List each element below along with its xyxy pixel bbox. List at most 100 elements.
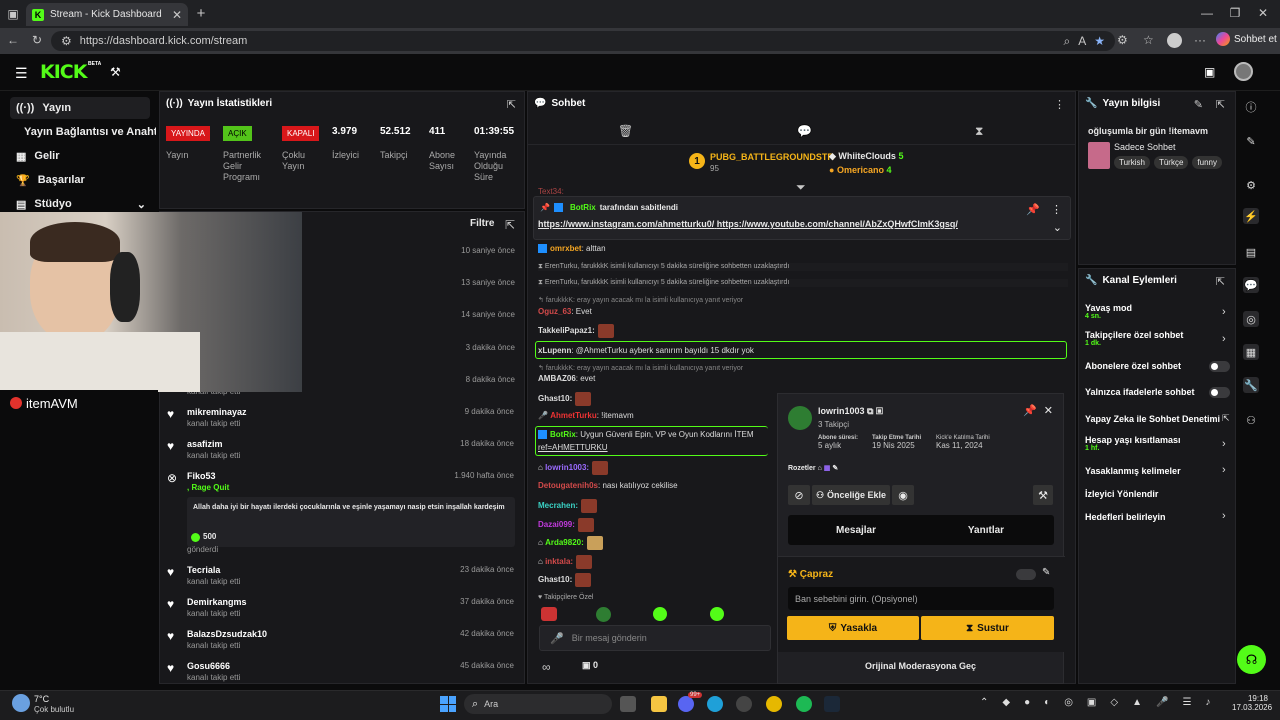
unpin-icon[interactable]: 📌	[1026, 203, 1040, 216]
chat-icon[interactable]: 💬	[797, 124, 812, 138]
action-banned-words[interactable]: Yasaklanmış kelimeler	[1085, 466, 1181, 476]
chat-username[interactable]: lowrin1003:	[545, 463, 589, 472]
sidebar-item-stream-key[interactable]: Yayın Bağlantısı ve Anahtarı	[18, 121, 156, 143]
activity-user[interactable]: Tecriala	[187, 565, 220, 575]
mute-button[interactable]: ⧗ Sustur	[921, 616, 1054, 640]
leader-name[interactable]: ● Omericano 4	[829, 165, 892, 175]
expand-icon[interactable]: ⌄	[1053, 221, 1062, 234]
tab-actions-icon[interactable]: ▣	[6, 7, 20, 21]
chevron-right-icon[interactable]: ›	[1222, 333, 1226, 345]
add-priority-button[interactable]: ⚇ Önceliğe Ekle	[812, 485, 890, 505]
menu-hamburger-icon[interactable]: ☰	[15, 65, 28, 82]
broadcast-icon[interactable]: ◎	[1243, 311, 1259, 327]
chrome-icon[interactable]	[766, 696, 782, 712]
favorite-star-icon[interactable]: ★	[1094, 34, 1105, 48]
discord-icon[interactable]	[678, 696, 694, 712]
system-tray[interactable]: ⌃ ◆ ● ◐ ◎ ▣ ◇ ▲ 🎤 ☰ ♪	[980, 697, 1210, 708]
read-aloud-icon[interactable]: A	[1078, 34, 1086, 48]
action-account-age[interactable]: Hesap yaşı kısıtlaması 1 hf.	[1085, 435, 1181, 452]
help-button[interactable]: ☊	[1237, 645, 1266, 674]
clock[interactable]: 19:18 17.03.2026	[1232, 694, 1272, 712]
chevron-right-icon[interactable]: ›	[1222, 464, 1226, 476]
gift-counter[interactable]: ▣ 0	[582, 660, 598, 671]
user-avatar[interactable]	[1234, 62, 1253, 81]
ban-button[interactable]: ⛨ Yasakla	[787, 616, 919, 640]
chat-username[interactable]: Ghast10:	[538, 394, 572, 403]
edit-icon[interactable]: ✎	[1194, 98, 1203, 111]
browser-tab[interactable]: K Stream - Kick Dashboard ✕	[26, 3, 188, 26]
trash-icon[interactable]: 🗑	[618, 124, 633, 138]
more-options-icon[interactable]: ···	[1194, 33, 1206, 47]
leader-name[interactable]: PUBG_BATTLEGROUNDSTR	[710, 152, 834, 162]
ban-reason-input[interactable]: Ban sebebini girin. (Opsiyonel)	[788, 587, 1054, 610]
sidebar-item-yayin[interactable]: ((·)) Yayın	[10, 97, 150, 119]
edit-icon[interactable]: ✎	[1042, 567, 1050, 578]
chat-username[interactable]: TakkeliPapaz1:	[538, 326, 595, 335]
profile-avatar-icon[interactable]	[1167, 33, 1182, 48]
settings-icon[interactable]: ⚙	[1243, 177, 1259, 193]
steam-icon[interactable]	[824, 696, 840, 712]
chat-username[interactable]: xLupenn	[538, 346, 571, 355]
action-subscribers-only[interactable]: Abonelere özel sohbet	[1085, 361, 1181, 371]
close-window-icon[interactable]: ✕	[1256, 6, 1270, 20]
users-icon[interactable]: ⚇	[1243, 412, 1259, 428]
chat-username[interactable]: AMBAZ06	[538, 374, 576, 383]
pinned-link[interactable]: https://www.instagram.com/ahmetturku0/	[538, 219, 714, 229]
kick-logo[interactable]: KICK	[40, 61, 87, 83]
chat-username[interactable]: AhmetTurku	[550, 411, 597, 420]
taskbar-search[interactable]: ⌕ Ara	[464, 694, 612, 714]
hourglass-icon[interactable]: ⧗	[975, 124, 983, 139]
ban-circle-button[interactable]: ⊘	[788, 485, 810, 505]
sidebar-item-basarilar[interactable]: 🏆 Başarılar	[10, 169, 150, 191]
new-tab-icon[interactable]: +	[194, 5, 208, 22]
maximize-icon[interactable]: ❐	[1228, 6, 1242, 20]
pinned-link[interactable]: https://www.youtube.com/channel/AbZxQHwf…	[717, 219, 958, 229]
monitor-icon[interactable]: ▣	[1204, 65, 1215, 79]
site-info-icon[interactable]: ⚙	[61, 34, 72, 48]
pinned-more-icon[interactable]: ⋮	[1051, 203, 1062, 216]
copilot-button[interactable]: Sohbet et	[1216, 32, 1277, 46]
url-field[interactable]: ⚙ https://dashboard.kick.com/stream ⌕ A …	[51, 31, 1115, 51]
info-icon[interactable]: ⓘ	[1243, 99, 1259, 115]
activity-user[interactable]: Demirkangms	[187, 597, 247, 607]
leader-name[interactable]: ◆ WhiiteClouds 5	[829, 151, 903, 162]
chat-username[interactable]: Mecrahen:	[538, 501, 578, 510]
minimize-icon[interactable]: —	[1200, 6, 1214, 20]
edit-icon[interactable]: ✎	[1243, 133, 1259, 149]
category-name[interactable]: Sadece Sohbet	[1114, 142, 1176, 152]
zoom-icon[interactable]: ⌕	[1063, 34, 1070, 49]
hammer-button[interactable]: ⚒	[1033, 485, 1053, 505]
chat-username[interactable]: Ghast10:	[538, 575, 572, 584]
chat-icon[interactable]: 💬	[1243, 277, 1259, 293]
tag[interactable]: Türkçe	[1153, 156, 1189, 169]
edge-icon[interactable]	[707, 696, 723, 712]
chat-username[interactable]: Detougatenih0s	[538, 481, 598, 490]
activity-user[interactable]: Gosu6666	[187, 661, 230, 671]
activity-user[interactable]: Fiko53	[187, 471, 216, 481]
edit-icon[interactable]: ✎	[832, 465, 838, 472]
emote-shortcut[interactable]	[541, 607, 557, 621]
back-icon[interactable]: ←	[6, 33, 20, 47]
original-moderation-link[interactable]: Orijinal Moderasyona Geç	[777, 656, 1064, 676]
close-icon[interactable]: ✕	[1044, 404, 1053, 417]
open-profile-icon[interactable]: ▣	[876, 406, 883, 416]
copy-icon[interactable]: ⧉	[867, 406, 873, 416]
chat-link[interactable]: ref=AHMETTURKU	[538, 443, 608, 452]
wrench-icon[interactable]: 🔧	[1243, 377, 1259, 393]
chat-username[interactable]: Arda9820:	[545, 538, 584, 547]
pin-icon[interactable]: 📌	[1023, 404, 1037, 417]
hammer-icon[interactable]: ⚒	[110, 65, 121, 79]
chat-username[interactable]: BotRix	[550, 430, 576, 439]
activity-user[interactable]: mikreminayaz	[187, 407, 247, 417]
lightning-icon[interactable]: ⚡	[1243, 208, 1259, 224]
file-explorer-icon[interactable]	[651, 696, 667, 712]
spotify-icon[interactable]	[796, 696, 812, 712]
chat-input[interactable]: 🎤 Bir mesaj gönderin	[539, 625, 771, 651]
action-ai-moderation[interactable]: Yapay Zeka ile Sohbet Denetimi	[1085, 414, 1220, 424]
extensions-icon[interactable]: ⚙	[1117, 33, 1128, 47]
activity-user[interactable]: BalazsDzsudzak10	[187, 629, 267, 639]
favorites-icon[interactable]: ☆	[1143, 33, 1154, 47]
sidebar-item-gelir[interactable]: ▦ Gelir	[10, 145, 150, 167]
subscribers-only-toggle[interactable]	[1209, 361, 1230, 372]
windows-start-icon[interactable]	[440, 696, 456, 712]
